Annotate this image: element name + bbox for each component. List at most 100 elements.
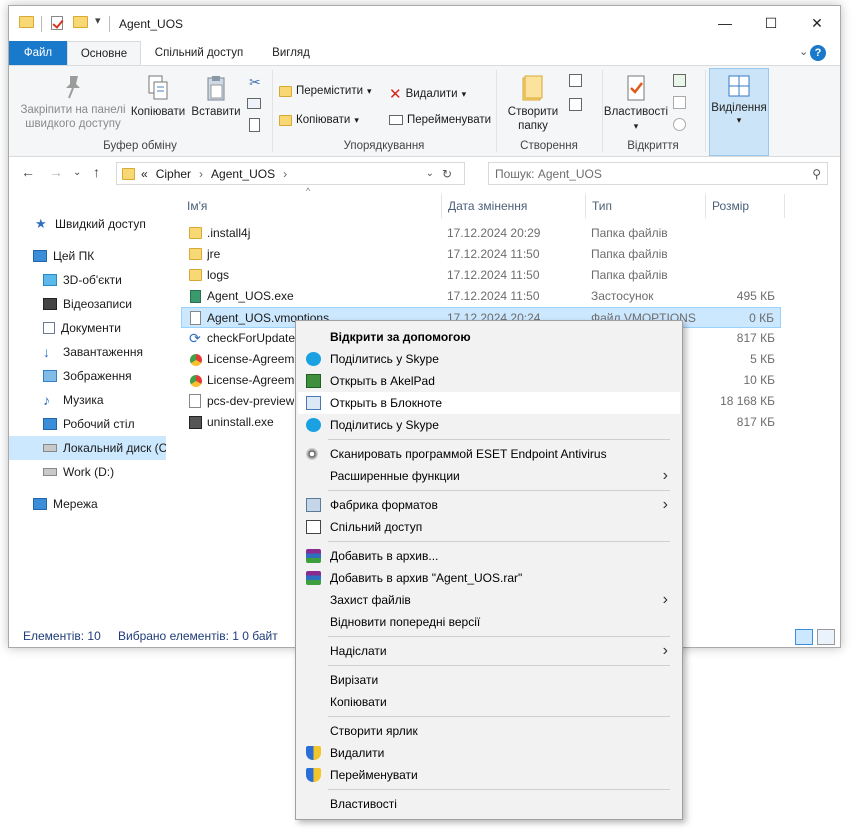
menu-item-create-shortcut[interactable]: Створити ярлик <box>298 720 680 742</box>
menu-item-copy[interactable]: Копіювати <box>298 691 680 713</box>
menu-separator <box>328 665 670 666</box>
tab-home[interactable]: Основне <box>67 41 141 66</box>
column-header-type[interactable]: Тип <box>592 194 612 218</box>
menu-item-open-with[interactable]: Відкрити за допомогою <box>298 326 680 348</box>
breadcrumb-cipher[interactable]: Cipher <box>156 167 191 181</box>
paste-icon <box>207 76 225 101</box>
copy-to-button[interactable]: Копіювати ▾ <box>279 114 359 126</box>
new-folder-quick-icon[interactable] <box>73 16 88 28</box>
breadcrumb-separator-icon[interactable]: › <box>283 167 287 181</box>
nav-item-this-pc[interactable]: Цей ПК <box>9 244 166 268</box>
address-bar[interactable]: « Cipher › Agent_UOS › ⌄ ↻ <box>116 162 465 185</box>
sort-ascending-icon: ^ <box>306 186 311 196</box>
column-divider[interactable] <box>784 194 785 218</box>
menu-separator <box>328 789 670 790</box>
column-header-name[interactable]: Ім'я <box>187 194 207 218</box>
skype-icon <box>306 418 321 432</box>
copy-path-icon[interactable] <box>247 98 261 109</box>
column-divider[interactable] <box>441 194 442 218</box>
minimize-button[interactable]: — <box>702 6 748 40</box>
up-arrow-icon[interactable]: ↑ <box>93 164 100 180</box>
menu-item-advanced-functions[interactable]: Расширенные функции › <box>298 465 680 487</box>
back-arrow-icon[interactable]: ← <box>21 164 35 180</box>
breadcrumb-agent-uos[interactable]: Agent_UOS <box>211 167 275 181</box>
menu-item-format-factory[interactable]: Фабрика форматов › <box>298 494 680 516</box>
move-to-icon <box>279 85 292 97</box>
file-row[interactable]: jre 17.12.2024 11:50 Папка файлів <box>181 244 781 265</box>
new-folder-button[interactable]: Створити папку <box>499 74 567 133</box>
customize-toolbar-chevron-icon[interactable]: ▾ <box>95 14 101 27</box>
tab-file[interactable]: Файл <box>9 41 67 65</box>
properties-quick-icon[interactable] <box>51 16 63 30</box>
menu-item-add-to-agent-uos-rar[interactable]: Добавить в архив "Agent_UOS.rar" <box>298 567 680 589</box>
paste-shortcut-icon[interactable] <box>249 118 260 132</box>
search-input[interactable]: Пошук: Agent_UOS ⚲ <box>488 162 828 185</box>
cut-icon[interactable]: ✂ <box>249 74 261 91</box>
address-dropdown-chevron-icon[interactable]: ⌄ <box>426 168 434 179</box>
nav-item-music[interactable]: ♪ Музика <box>9 388 166 412</box>
close-button[interactable]: ✕ <box>794 6 840 40</box>
delete-button[interactable]: ✕ Видалити ▾ <box>389 85 466 103</box>
history-icon[interactable] <box>673 118 686 131</box>
nav-item-videos[interactable]: Відеозаписи <box>9 292 166 316</box>
breadcrumb-separator-icon[interactable]: › <box>199 167 203 181</box>
recent-locations-chevron-icon[interactable]: ⌄ <box>73 167 81 178</box>
column-header-date[interactable]: Дата змінення <box>448 194 527 218</box>
details-view-icon[interactable] <box>795 629 813 645</box>
nav-item-3d-objects[interactable]: 3D-об'єкти <box>9 268 166 292</box>
refresh-icon[interactable]: ↻ <box>442 167 452 181</box>
pin-to-quick-access-button[interactable]: Закріпити на панелі швидкого доступу <box>15 74 131 131</box>
menu-item-properties[interactable]: Властивості <box>298 793 680 815</box>
menu-item-open-notepad[interactable]: Открыть в Блокноте <box>298 392 680 414</box>
nav-item-work-d[interactable]: Work (D:) <box>9 460 166 484</box>
rename-button[interactable]: Перейменувати <box>389 114 491 126</box>
menu-item-restore-previous-versions[interactable]: Відновити попередні версії <box>298 611 680 633</box>
menu-item-send-to[interactable]: Надіслати › <box>298 640 680 662</box>
nav-item-local-disk-c[interactable]: Локальний диск (C <box>9 436 166 460</box>
tab-view[interactable]: Вигляд <box>259 41 323 65</box>
open-icon[interactable] <box>673 74 686 87</box>
maximize-button[interactable]: ☐ <box>748 6 794 40</box>
edit-icon[interactable] <box>673 96 686 109</box>
nav-item-pictures[interactable]: Зображення <box>9 364 166 388</box>
select-button[interactable]: Виділення ▾ <box>709 68 769 156</box>
column-divider[interactable] <box>585 194 586 218</box>
breadcrumb-overflow[interactable]: « <box>141 167 148 181</box>
menu-item-share-skype-2[interactable]: Поділитись у Skype <box>298 414 680 436</box>
tab-share[interactable]: Спільний доступ <box>143 41 255 65</box>
menu-item-protect-file[interactable]: Захист файлів › <box>298 589 680 611</box>
menu-item-eset-scan[interactable]: Сканировать программой ESET Endpoint Ant… <box>298 443 680 465</box>
properties-button[interactable]: Властивості ▾ <box>603 74 669 133</box>
new-item-icon[interactable] <box>569 74 582 87</box>
easy-access-icon[interactable] <box>569 98 582 111</box>
nav-item-documents[interactable]: Документи <box>9 316 166 340</box>
column-divider[interactable] <box>705 194 706 218</box>
menu-item-rename[interactable]: Перейменувати <box>298 764 680 786</box>
file-row[interactable]: logs 17.12.2024 11:50 Папка файлів <box>181 265 781 286</box>
nav-item-downloads[interactable]: ↓ Завантаження <box>9 340 166 364</box>
collapse-ribbon-chevron-icon[interactable]: ⌄ <box>799 45 808 58</box>
move-to-button[interactable]: Перемістити ▾ <box>279 85 372 97</box>
large-icons-view-icon[interactable] <box>817 629 835 645</box>
menu-item-cut[interactable]: Вирізати <box>298 669 680 691</box>
menu-item-add-to-archive[interactable]: Добавить в архив... <box>298 545 680 567</box>
document-icon <box>43 322 55 334</box>
film-icon <box>43 298 57 310</box>
menu-separator <box>328 716 670 717</box>
file-row[interactable]: .install4j 17.12.2024 20:29 Папка файлів <box>181 223 781 244</box>
menu-item-share[interactable]: Спільний доступ <box>298 516 680 538</box>
search-icon: ⚲ <box>812 166 821 181</box>
nav-item-quick-access[interactable]: ★ Швидкий доступ <box>9 212 166 236</box>
nav-item-network[interactable]: Мережа <box>9 492 166 516</box>
menu-item-share-skype[interactable]: Поділитись у Skype <box>298 348 680 370</box>
menu-item-delete[interactable]: Видалити <box>298 742 680 764</box>
nav-item-desktop[interactable]: Робочий стіл <box>9 412 166 436</box>
column-header-size[interactable]: Розмір <box>712 194 749 218</box>
forward-arrow-icon[interactable]: → <box>49 164 63 180</box>
paste-button[interactable]: Вставити <box>187 74 245 119</box>
new-folder-icon <box>522 75 543 101</box>
help-icon[interactable]: ? <box>810 45 826 61</box>
copy-button[interactable]: Копіювати <box>129 74 187 119</box>
menu-item-open-akelpad[interactable]: Открыть в AkelPad <box>298 370 680 392</box>
file-row[interactable]: Agent_UOS.exe 17.12.2024 11:50 Застосуно… <box>181 286 781 307</box>
